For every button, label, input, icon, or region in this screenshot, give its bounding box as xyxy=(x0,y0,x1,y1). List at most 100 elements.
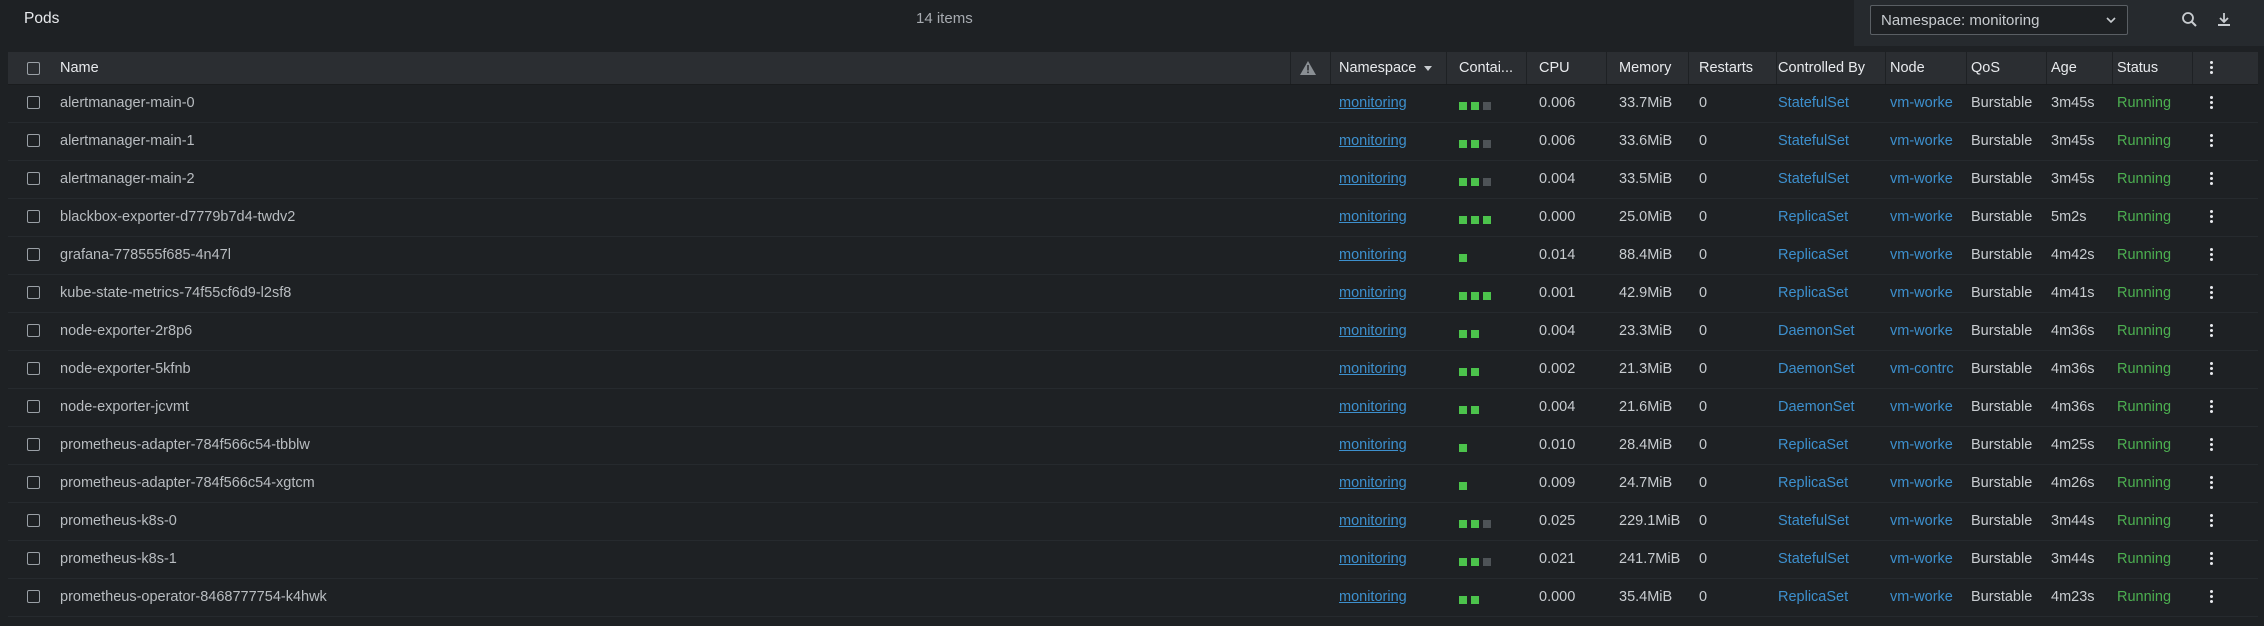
pod-node-link[interactable]: vm-worke xyxy=(1890,95,1953,111)
column-header-memory[interactable]: Memory xyxy=(1619,60,1671,76)
column-header-name[interactable]: Name xyxy=(60,60,99,76)
pod-namespace-link[interactable]: monitoring xyxy=(1339,361,1407,377)
row-checkbox[interactable] xyxy=(27,210,40,223)
row-menu-icon[interactable] xyxy=(2204,132,2218,150)
row-menu-icon[interactable] xyxy=(2204,474,2218,492)
pod-name[interactable]: grafana-778555f685-4n47l xyxy=(60,247,231,263)
pod-namespace-link[interactable]: monitoring xyxy=(1339,285,1407,301)
pod-node-link[interactable]: vm-worke xyxy=(1890,285,1953,301)
pod-name[interactable]: blackbox-exporter-d7779b7d4-twdv2 xyxy=(60,209,295,225)
row-checkbox[interactable] xyxy=(27,362,40,375)
table-row[interactable]: node-exporter-jcvmt monitoring 0.004 21.… xyxy=(8,389,2258,427)
pod-namespace-link[interactable]: monitoring xyxy=(1339,95,1407,111)
column-header-containers[interactable]: Contai... xyxy=(1459,60,1513,76)
row-checkbox[interactable] xyxy=(27,400,40,413)
row-menu-icon[interactable] xyxy=(2204,208,2218,226)
warning-icon[interactable] xyxy=(1299,60,1317,76)
row-menu-icon[interactable] xyxy=(2204,550,2218,568)
column-header-controlled-by[interactable]: Controlled By xyxy=(1778,60,1865,76)
pod-namespace-link[interactable]: monitoring xyxy=(1339,133,1407,149)
table-row[interactable]: alertmanager-main-1 monitoring 0.006 33.… xyxy=(8,123,2258,161)
pod-namespace-link[interactable]: monitoring xyxy=(1339,475,1407,491)
row-menu-icon[interactable] xyxy=(2204,284,2218,302)
pod-node-link[interactable]: vm-worke xyxy=(1890,551,1953,567)
pod-namespace-link[interactable]: monitoring xyxy=(1339,589,1407,605)
row-menu-icon[interactable] xyxy=(2204,436,2218,454)
pod-name[interactable]: node-exporter-5kfnb xyxy=(60,361,191,377)
pod-controlled-by-link[interactable]: StatefulSet xyxy=(1778,513,1849,529)
pod-name[interactable]: prometheus-adapter-784f566c54-xgtcm xyxy=(60,475,315,491)
pod-name[interactable]: node-exporter-jcvmt xyxy=(60,399,189,415)
column-header-restarts[interactable]: Restarts xyxy=(1699,60,1753,76)
row-checkbox[interactable] xyxy=(27,590,40,603)
row-checkbox[interactable] xyxy=(27,324,40,337)
pod-controlled-by-link[interactable]: ReplicaSet xyxy=(1778,247,1848,263)
pod-node-link[interactable]: vm-worke xyxy=(1890,513,1953,529)
row-checkbox[interactable] xyxy=(27,172,40,185)
table-row[interactable]: node-exporter-2r8p6 monitoring 0.004 23.… xyxy=(8,313,2258,351)
pod-node-link[interactable]: vm-worke xyxy=(1890,399,1953,415)
row-menu-icon[interactable] xyxy=(2204,246,2218,264)
pod-namespace-link[interactable]: monitoring xyxy=(1339,323,1407,339)
row-menu-icon[interactable] xyxy=(2204,398,2218,416)
pod-name[interactable]: alertmanager-main-0 xyxy=(60,95,195,111)
pod-controlled-by-link[interactable]: StatefulSet xyxy=(1778,95,1849,111)
table-row[interactable]: prometheus-adapter-784f566c54-xgtcm moni… xyxy=(8,465,2258,503)
pod-node-link[interactable]: vm-worke xyxy=(1890,589,1953,605)
pod-controlled-by-link[interactable]: StatefulSet xyxy=(1778,171,1849,187)
table-row[interactable]: node-exporter-5kfnb monitoring 0.002 21.… xyxy=(8,351,2258,389)
table-row[interactable]: grafana-778555f685-4n47l monitoring 0.01… xyxy=(8,237,2258,275)
pod-controlled-by-link[interactable]: ReplicaSet xyxy=(1778,589,1848,605)
pod-controlled-by-link[interactable]: ReplicaSet xyxy=(1778,209,1848,225)
pod-controlled-by-link[interactable]: DaemonSet xyxy=(1778,361,1855,377)
pod-name[interactable]: alertmanager-main-1 xyxy=(60,133,195,149)
row-menu-icon[interactable] xyxy=(2204,360,2218,378)
pod-namespace-link[interactable]: monitoring xyxy=(1339,399,1407,415)
row-checkbox[interactable] xyxy=(27,552,40,565)
row-checkbox[interactable] xyxy=(27,96,40,109)
row-checkbox[interactable] xyxy=(27,248,40,261)
pod-controlled-by-link[interactable]: ReplicaSet xyxy=(1778,285,1848,301)
column-header-qos[interactable]: QoS xyxy=(1971,60,2000,76)
column-header-age[interactable]: Age xyxy=(2051,60,2077,76)
table-row[interactable]: blackbox-exporter-d7779b7d4-twdv2 monito… xyxy=(8,199,2258,237)
pod-controlled-by-link[interactable]: StatefulSet xyxy=(1778,551,1849,567)
pod-node-link[interactable]: vm-worke xyxy=(1890,133,1953,149)
pod-namespace-link[interactable]: monitoring xyxy=(1339,209,1407,225)
table-row[interactable]: alertmanager-main-2 monitoring 0.004 33.… xyxy=(8,161,2258,199)
pod-name[interactable]: prometheus-k8s-1 xyxy=(60,551,177,567)
column-header-status[interactable]: Status xyxy=(2117,60,2158,76)
table-row[interactable]: prometheus-operator-8468777754-k4hwk mon… xyxy=(8,579,2258,617)
pod-node-link[interactable]: vm-contrc xyxy=(1890,361,1954,377)
row-checkbox[interactable] xyxy=(27,476,40,489)
row-checkbox[interactable] xyxy=(27,514,40,527)
table-row[interactable]: prometheus-k8s-1 monitoring 0.021 241.7M… xyxy=(8,541,2258,579)
table-row[interactable]: alertmanager-main-0 monitoring 0.006 33.… xyxy=(8,85,2258,123)
row-checkbox[interactable] xyxy=(27,438,40,451)
pod-node-link[interactable]: vm-worke xyxy=(1890,171,1953,187)
pod-namespace-link[interactable]: monitoring xyxy=(1339,437,1407,453)
pod-controlled-by-link[interactable]: DaemonSet xyxy=(1778,399,1855,415)
pod-name[interactable]: node-exporter-2r8p6 xyxy=(60,323,192,339)
pod-controlled-by-link[interactable]: StatefulSet xyxy=(1778,133,1849,149)
table-row[interactable]: prometheus-adapter-784f566c54-tbblw moni… xyxy=(8,427,2258,465)
pod-name[interactable]: alertmanager-main-2 xyxy=(60,171,195,187)
row-checkbox[interactable] xyxy=(27,134,40,147)
pod-node-link[interactable]: vm-worke xyxy=(1890,247,1953,263)
pod-node-link[interactable]: vm-worke xyxy=(1890,475,1953,491)
pod-node-link[interactable]: vm-worke xyxy=(1890,209,1953,225)
column-header-node[interactable]: Node xyxy=(1890,60,1925,76)
pod-namespace-link[interactable]: monitoring xyxy=(1339,171,1407,187)
pod-node-link[interactable]: vm-worke xyxy=(1890,437,1953,453)
row-checkbox[interactable] xyxy=(27,286,40,299)
columns-menu-icon[interactable] xyxy=(2204,59,2218,77)
table-row[interactable]: prometheus-k8s-0 monitoring 0.025 229.1M… xyxy=(8,503,2258,541)
search-icon[interactable] xyxy=(2180,10,2200,30)
pod-controlled-by-link[interactable]: ReplicaSet xyxy=(1778,437,1848,453)
table-row[interactable]: kube-state-metrics-74f55cf6d9-l2sf8 moni… xyxy=(8,275,2258,313)
column-header-namespace[interactable]: Namespace xyxy=(1339,60,1433,76)
download-icon[interactable] xyxy=(2214,10,2234,30)
column-header-cpu[interactable]: CPU xyxy=(1539,60,1570,76)
pod-namespace-link[interactable]: monitoring xyxy=(1339,247,1407,263)
pod-namespace-link[interactable]: monitoring xyxy=(1339,551,1407,567)
